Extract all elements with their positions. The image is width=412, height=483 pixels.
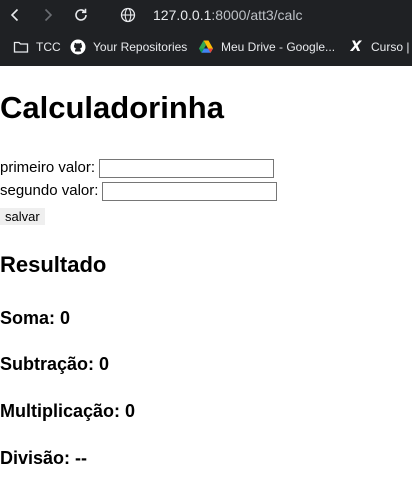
browser-chrome: 127.0.0.1:8000/att3/calc TCC Your Reposi… — [0, 0, 412, 66]
second-value-row: segundo valor: — [0, 181, 278, 201]
bookmark-tcc[interactable]: TCC — [13, 35, 61, 59]
arrow-right-icon — [44, 8, 53, 22]
url-path: :8000/att3/calc — [211, 7, 303, 23]
result-label: Soma: — [0, 308, 56, 328]
subtraction-result: Subtração: 0 — [0, 353, 109, 375]
google-drive-icon — [198, 39, 214, 55]
reload-button[interactable] — [70, 4, 92, 26]
reload-icon — [75, 8, 87, 21]
result-heading: Resultado — [0, 252, 107, 277]
page-content: Calculadorinha primeiro valor: segundo v… — [0, 66, 412, 483]
result-label: Multiplicação: — [0, 401, 121, 421]
browser-toolbar: 127.0.0.1:8000/att3/calc — [0, 0, 412, 30]
multiplication-result: Multiplicação: 0 — [0, 400, 135, 422]
result-value: 0 — [60, 308, 71, 328]
bookmark-label: Meu Drive - Google... — [221, 40, 336, 54]
folder-icon — [13, 39, 29, 55]
arrow-left-icon — [10, 8, 19, 22]
result-value: 0 — [125, 401, 136, 421]
url-host: 127.0.0.1 — [153, 7, 212, 23]
back-button[interactable] — [4, 4, 26, 26]
first-value-input[interactable] — [99, 158, 275, 178]
result-value: 0 — [99, 354, 110, 374]
result-value: -- — [75, 448, 88, 468]
page-title: Calculadorinha — [0, 90, 224, 125]
x-logo-icon: X — [350, 39, 362, 55]
forward-button[interactable] — [37, 4, 59, 26]
bookmark-label: Curso | — [371, 40, 410, 54]
bookmark-your-repositories[interactable]: Your Repositories — [70, 35, 187, 59]
first-value-row: primeiro valor: — [0, 158, 275, 178]
bookmark-label: Your Repositories — [93, 40, 188, 54]
result-label: Divisão: — [0, 448, 71, 468]
bookmark-curso[interactable]: X Curso | — [348, 35, 410, 59]
save-button[interactable]: salvar — [0, 208, 45, 225]
second-value-input[interactable] — [102, 181, 278, 201]
sum-result: Soma: 0 — [0, 307, 70, 329]
result-label: Subtração: — [0, 354, 95, 374]
division-result: Divisão: -- — [0, 447, 87, 469]
second-value-label: segundo valor: — [0, 182, 99, 199]
site-info-icon — [120, 7, 136, 23]
address-bar[interactable]: 127.0.0.1:8000/att3/calc — [153, 6, 302, 24]
bookmark-meu-drive[interactable]: Meu Drive - Google... — [198, 35, 335, 59]
bookmarks-bar: TCC Your Repositories Meu Drive - Google… — [0, 35, 412, 59]
site-info-button[interactable] — [118, 5, 138, 25]
first-value-label: primeiro valor: — [0, 159, 96, 176]
bookmark-label: TCC — [36, 40, 61, 54]
github-icon — [70, 39, 86, 55]
